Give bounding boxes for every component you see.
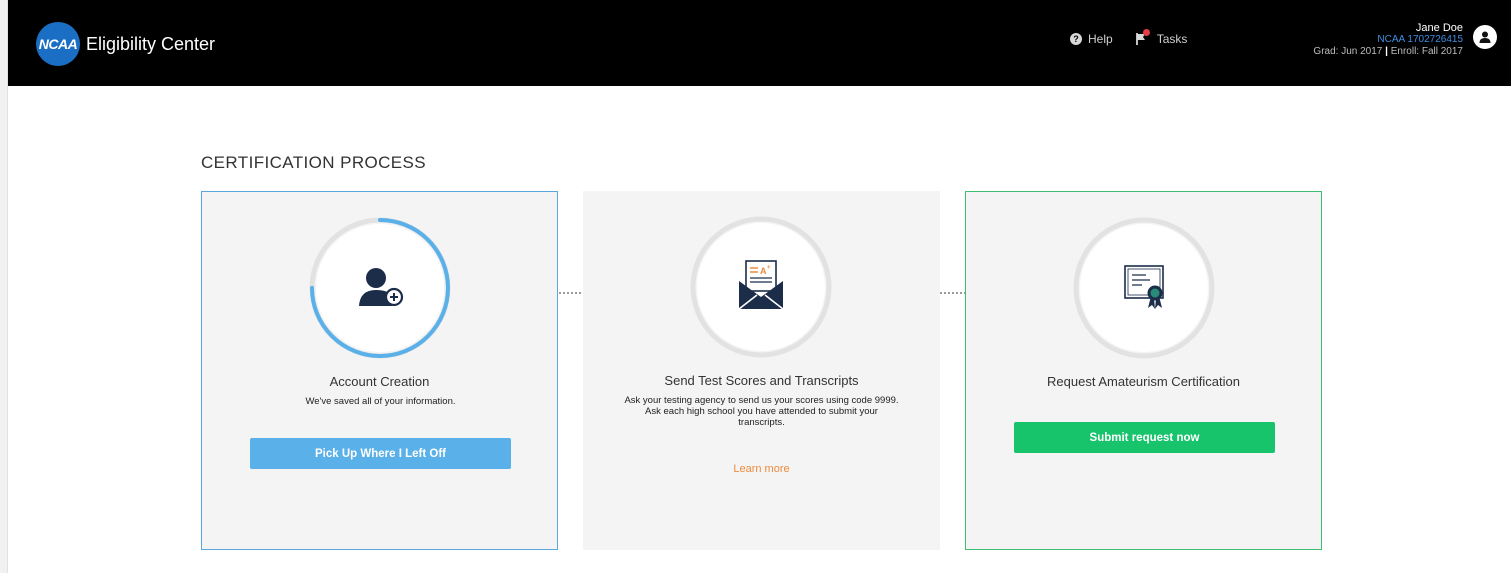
separator: |	[1385, 46, 1388, 57]
step-title: Account Creation	[329, 374, 430, 389]
step-ring	[1073, 217, 1215, 359]
page: NCAA Eligibility Center ? Help Tasks Jan…	[0, 0, 1511, 573]
brand[interactable]: NCAA Eligibility Center	[36, 22, 215, 66]
envelope-letter-icon: A +	[738, 260, 784, 310]
tasks-label: Tasks	[1156, 32, 1188, 46]
step-description: Ask your testing agency to send us your …	[624, 395, 899, 428]
avatar[interactable]	[1473, 25, 1497, 49]
ncaa-logo: NCAA	[36, 22, 80, 66]
help-label: Help	[1088, 32, 1113, 46]
step-card-amateurism: Request Amateurism Certification Submit …	[965, 191, 1322, 550]
learn-more-link[interactable]: Learn more	[583, 463, 940, 475]
step-title: Send Test Scores and Transcripts	[664, 373, 859, 388]
progress-ring	[309, 217, 451, 359]
pick-up-button[interactable]: Pick Up Where I Left Off	[250, 438, 511, 469]
grad-date: Grad: Jun 2017	[1313, 46, 1383, 57]
tasks-link[interactable]: Tasks	[1135, 29, 1188, 46]
brand-name: Eligibility Center	[86, 33, 216, 54]
step-card-account-creation: Account Creation We've saved all of your…	[201, 191, 558, 550]
help-link[interactable]: ? Help	[1070, 32, 1113, 46]
page-title: CERTIFICATION PROCESS	[201, 153, 427, 172]
logo-text: NCAA	[38, 36, 78, 52]
user-info: Jane Doe NCAA 1702726415 Grad: Jun 2017 …	[1313, 22, 1463, 58]
user-icon	[1479, 31, 1491, 43]
svg-text:A: A	[760, 266, 767, 276]
question-circle-icon: ?	[1070, 33, 1082, 45]
user-name: Jane Doe	[1415, 22, 1463, 34]
flag-icon	[1135, 29, 1151, 46]
enroll-date: Enroll: Fall 2017	[1390, 46, 1463, 57]
user-dates: Grad: Jun 2017 | Enroll: Fall 2017	[1313, 46, 1463, 58]
step-title: Request Amateurism Certification	[1047, 374, 1240, 389]
submit-request-button[interactable]: Submit request now	[1014, 422, 1275, 453]
window-edge	[0, 0, 8, 573]
step-ring: A +	[690, 216, 832, 358]
step-description: We've saved all of your information.	[305, 396, 456, 407]
svg-text:+: +	[767, 265, 771, 271]
ncaa-id[interactable]: NCAA 1702726415	[1313, 34, 1463, 46]
header-nav: ? Help Tasks	[1070, 29, 1188, 46]
notification-dot	[1142, 29, 1150, 36]
top-header: NCAA Eligibility Center ? Help Tasks Jan…	[8, 0, 1511, 86]
step-card-test-scores: A + Send Test Scores and Transcripts Ask…	[583, 191, 940, 550]
